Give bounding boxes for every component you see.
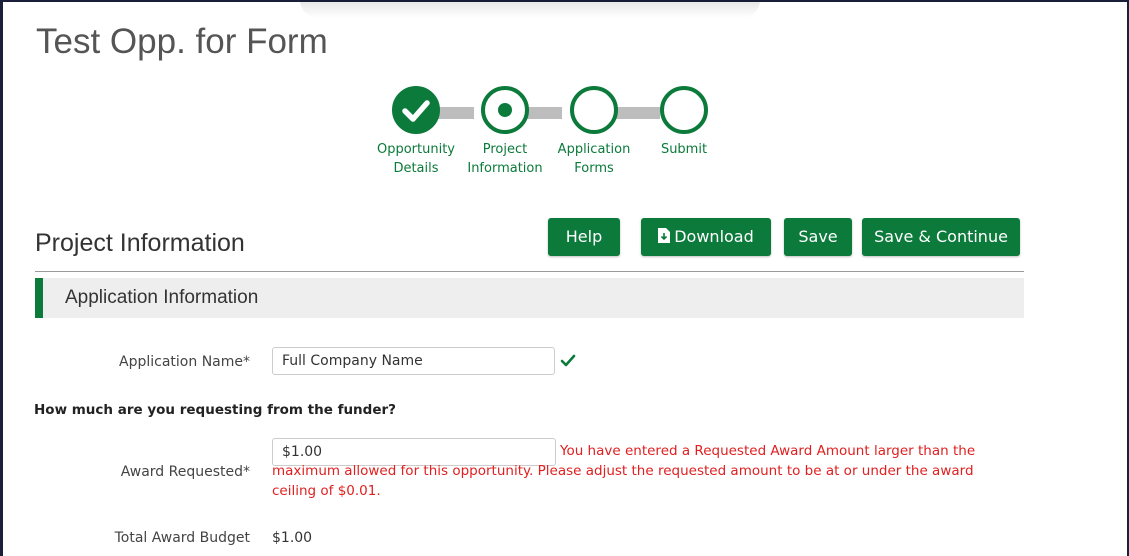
save-continue-button-label: Save & Continue: [874, 227, 1008, 246]
download-file-icon: [658, 228, 671, 243]
header-divider: [35, 271, 1024, 272]
step-application-forms[interactable]: [570, 86, 618, 134]
step-label: Application Forms: [557, 142, 631, 176]
current-step-dot: [498, 103, 512, 117]
total-award-budget-value: $1.00: [272, 530, 313, 546]
page-title: Project Information: [35, 229, 245, 257]
application-name-input[interactable]: Full Company Name: [272, 347, 555, 375]
step-submit[interactable]: [660, 86, 708, 134]
save-button[interactable]: Save: [784, 218, 852, 256]
section-title: Application Information: [65, 287, 259, 308]
opportunity-title: Test Opp. for Form: [36, 22, 328, 61]
download-button[interactable]: Download: [641, 218, 771, 256]
section-accent-bar: [35, 278, 43, 318]
save-button-label: Save: [798, 227, 838, 246]
step-label: Submit: [660, 142, 708, 157]
step-label: Opportunity Details: [376, 142, 455, 176]
download-button-label: Download: [674, 227, 754, 246]
window-frame-left: [0, 0, 3, 556]
top-shadow: [300, 0, 760, 18]
check-icon: [560, 354, 576, 367]
award-requested-label: Award Requested*: [120, 464, 250, 480]
total-award-budget-label: Total Award Budget: [114, 530, 250, 546]
progress-stepper: Opportunity Details Project Information Ap…: [370, 82, 720, 182]
check-icon: [402, 100, 430, 122]
section-header: Application Information: [35, 278, 1024, 318]
help-button[interactable]: Help: [548, 218, 620, 256]
help-button-label: Help: [565, 227, 603, 246]
save-continue-button[interactable]: Save & Continue: [862, 218, 1020, 256]
award-error-message: You have entered a Requested Award Amoun…: [272, 443, 976, 499]
application-name-label: Application Name*: [119, 354, 250, 370]
step-project-information[interactable]: [481, 86, 529, 134]
step-opportunity-details[interactable]: [392, 86, 440, 134]
step-label: Project Information: [467, 142, 543, 176]
funding-question: How much are you requesting from the fun…: [34, 402, 396, 418]
